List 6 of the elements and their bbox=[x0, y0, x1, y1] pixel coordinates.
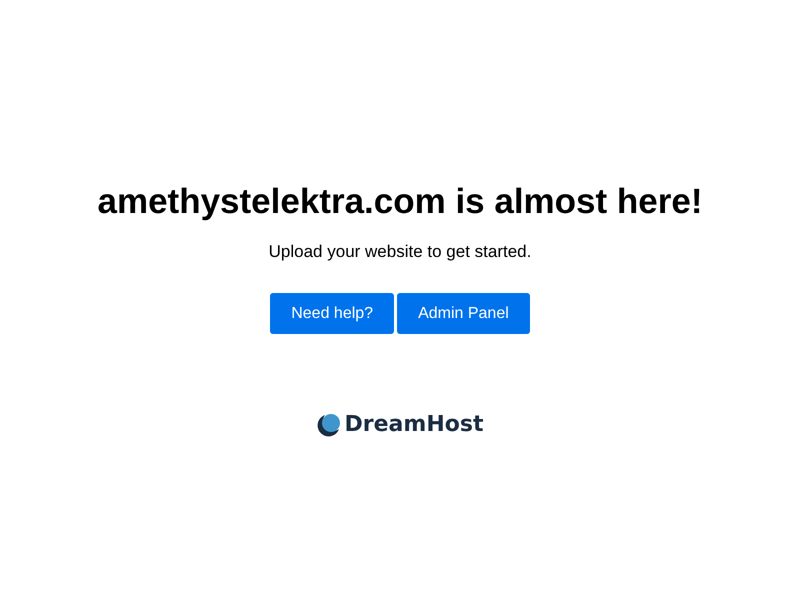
action-button[interactable]: Admin Panel bbox=[397, 293, 530, 334]
logo-icon bbox=[317, 414, 340, 436]
logo-text: DreamHost bbox=[344, 412, 484, 438]
page-heading: amethystelektra.com is almost here! bbox=[98, 181, 702, 223]
action-button[interactable]: Need help? bbox=[270, 293, 394, 334]
subheading: Upload your website to get started. bbox=[268, 241, 532, 263]
